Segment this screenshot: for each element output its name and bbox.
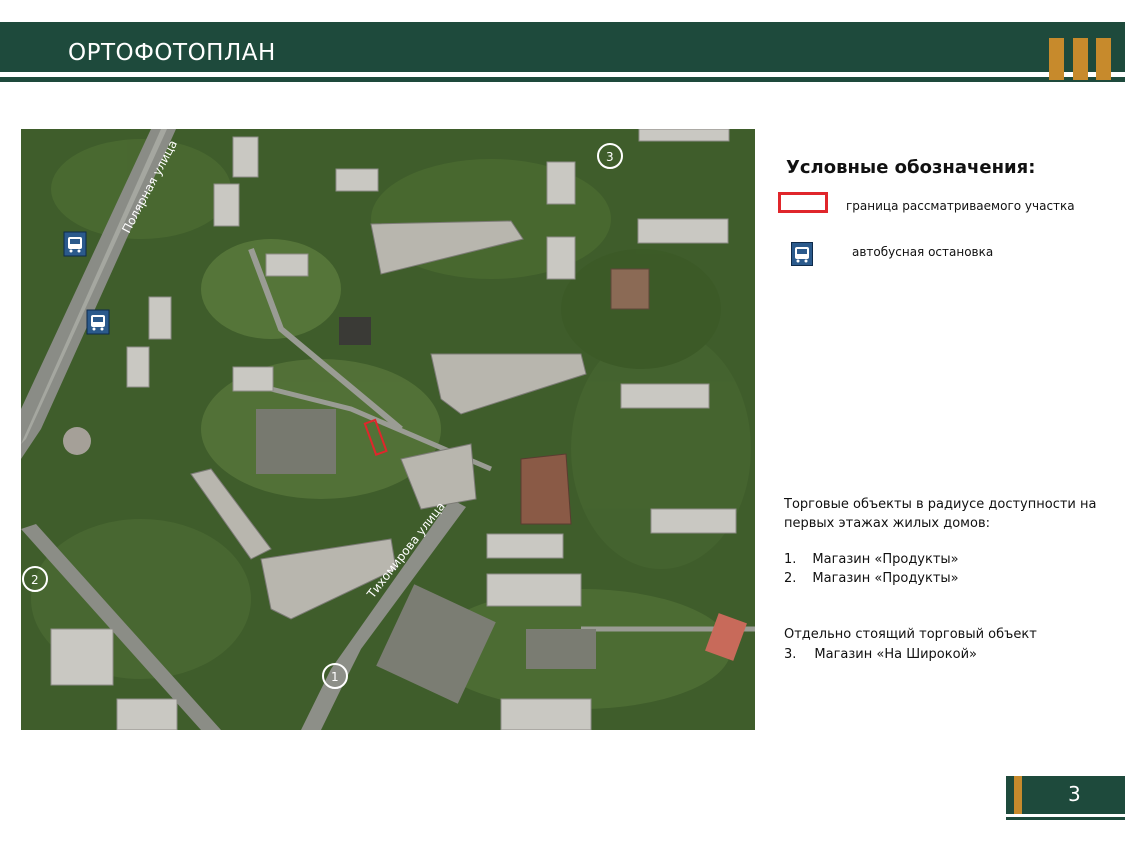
footer-accent — [1014, 776, 1022, 814]
logo-bar-icon — [1073, 38, 1088, 80]
list-item: 1. Магазин «Продукты» — [784, 552, 959, 567]
retail-intro: Торговые объекты в радиусе доступности н… — [784, 497, 1097, 531]
page-number: 3 — [1068, 782, 1081, 806]
footer-divider — [1006, 817, 1125, 820]
svg-text:1: 1 — [331, 670, 339, 684]
legend-title: Условные обозначения: — [786, 157, 1036, 178]
bus-stop-icon — [86, 309, 110, 335]
list-item: 2. Магазин «Продукты» — [784, 571, 959, 586]
logo-bar-icon — [1049, 38, 1064, 80]
bus-stop-legend-icon — [791, 242, 813, 266]
map-svg: Полярная улица Тихомирова улица 1 2 3 — [21, 129, 755, 730]
list-item: 3. Магазин «На Широкой» — [784, 647, 977, 662]
svg-text:3: 3 — [606, 150, 614, 164]
footer-bar — [1006, 776, 1125, 814]
page-title: ОРТОФОТОПЛАН — [68, 40, 276, 66]
svg-text:2: 2 — [31, 573, 39, 587]
standalone-title: Отдельно стоящий торговый объект — [784, 627, 1037, 642]
header-divider — [0, 77, 1125, 82]
boundary-legend-swatch — [778, 192, 828, 213]
orthophoto-map[interactable]: Полярная улица Тихомирова улица 1 2 3 — [21, 129, 755, 730]
logo-bar-icon — [1096, 38, 1111, 80]
boundary-legend-label: граница рассматриваемого участка — [846, 199, 1075, 213]
bus-stop-legend-label: автобусная остановка — [852, 245, 994, 259]
bus-stop-icon — [63, 231, 87, 257]
